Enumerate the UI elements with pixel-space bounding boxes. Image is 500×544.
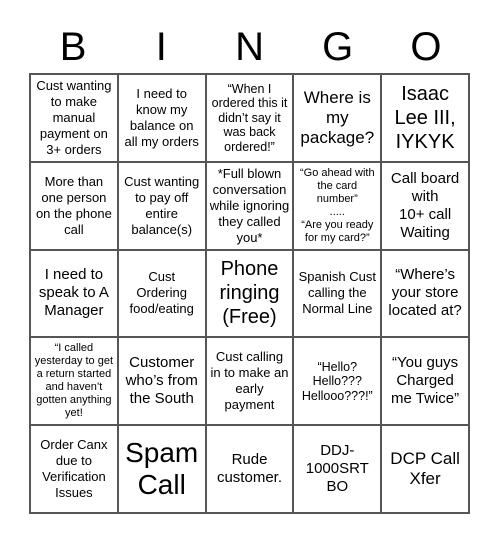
bingo-cell-r3-c3-free[interactable]: Phone ringing (Free) (205, 249, 294, 338)
cell-text: “Go ahead with the card number” ..... “A… (299, 166, 375, 244)
bingo-header: B I N G O (29, 22, 470, 72)
bingo-cell-r5-c3[interactable]: Rude customer. (205, 425, 294, 513)
cell-text: DCP Call Xfer (390, 449, 460, 489)
cell-text: DDJ-1000SRT BO (305, 442, 369, 496)
cell-text: Spanish Cust calling the Normal Line (298, 269, 376, 317)
bingo-cell-r4-c3[interactable]: Cust calling in to make an early payment (205, 337, 294, 426)
cell-text: Order Canx due to Verification Issues (40, 437, 108, 501)
cell-text: More than one person on the phone call (35, 173, 112, 237)
cell-text: Customer who’s from the South (125, 354, 198, 408)
cell-text: “Hello? Hello??? Hellooo???!” (301, 359, 373, 403)
header-letter-i: I (155, 25, 167, 69)
header-letter-g: G (322, 25, 354, 69)
free-space-text: Phone ringing (Free) (219, 258, 280, 329)
bingo-cell-r2-c3[interactable]: *Full blown conversation while ignoring … (205, 161, 294, 250)
bingo-cell-r1-c3[interactable]: “When I ordered this it didn’t say it wa… (205, 74, 294, 162)
header-letter-n: N (235, 25, 264, 69)
bingo-cell-r1-c4[interactable]: Where is my package? (293, 74, 382, 162)
cell-text: Cust wanting to pay off entire balance(s… (124, 173, 200, 237)
cell-text: “I called yesterday to get a return star… (34, 342, 114, 420)
bingo-cell-r5-c4[interactable]: DDJ-1000SRT BO (293, 425, 382, 513)
bingo-cell-r1-c1[interactable]: Cust wanting to make manual payment on 3… (30, 74, 118, 162)
header-letter-o: O (410, 25, 442, 69)
bingo-cell-r4-c4[interactable]: “Hello? Hello??? Hellooo???!” (293, 337, 382, 426)
bingo-board: Cust wanting to make manual payment on 3… (29, 73, 470, 514)
bingo-cell-r2-c5[interactable]: Call board with 10+ call Waiting (381, 161, 469, 250)
bingo-cell-r3-c1[interactable]: I need to speak to A Manager (30, 249, 118, 338)
cell-text: Cust Ordering food/eating (129, 269, 194, 317)
header-letter-b: B (59, 25, 87, 69)
cell-text: “You guys Charged me Twice” (391, 354, 460, 408)
cell-text: “When I ordered this it didn’t say it wa… (211, 81, 288, 154)
bingo-cell-r4-c1[interactable]: “I called yesterday to get a return star… (30, 337, 118, 426)
bingo-cell-r2-c1[interactable]: More than one person on the phone call (30, 161, 118, 250)
bingo-cell-r1-c2[interactable]: I need to know my balance on all my orde… (117, 74, 206, 162)
bingo-cell-r4-c2[interactable]: Customer who’s from the South (117, 337, 206, 426)
bingo-cell-r2-c2[interactable]: Cust wanting to pay off entire balance(s… (117, 161, 206, 250)
cell-text: Cust wanting to make manual payment on 3… (36, 77, 112, 157)
bingo-cell-r4-c5[interactable]: “You guys Charged me Twice” (381, 337, 469, 426)
cell-text: Isaac Lee III, IYKYK (394, 82, 456, 153)
cell-text: I need to know my balance on all my orde… (124, 85, 199, 149)
bingo-cell-r5-c5[interactable]: DCP Call Xfer (381, 425, 469, 513)
bingo-cell-r2-c4[interactable]: “Go ahead with the card number” ..... “A… (293, 161, 382, 250)
cell-text: Spam Call (125, 437, 199, 501)
cell-text: Call board with 10+ call Waiting (390, 169, 460, 241)
cell-text: Rude customer. (216, 451, 282, 487)
cell-text: I need to speak to A Manager (38, 266, 109, 320)
bingo-cell-r1-c5[interactable]: Isaac Lee III, IYKYK (381, 74, 469, 162)
cell-text: *Full blown conversation while ignoring … (209, 165, 290, 245)
cell-text: Where is my package? (300, 87, 375, 147)
bingo-cell-r5-c1[interactable]: Order Canx due to Verification Issues (30, 425, 118, 513)
bingo-cell-r3-c2[interactable]: Cust Ordering food/eating (117, 249, 206, 338)
bingo-cell-r3-c4[interactable]: Spanish Cust calling the Normal Line (293, 249, 382, 338)
cell-text: “Where’s your store located at? (388, 266, 462, 320)
bingo-cell-r3-c5[interactable]: “Where’s your store located at? (381, 249, 469, 338)
bingo-cell-r5-c2[interactable]: Spam Call (117, 425, 206, 513)
cell-text: Cust calling in to make an early payment (210, 349, 289, 413)
